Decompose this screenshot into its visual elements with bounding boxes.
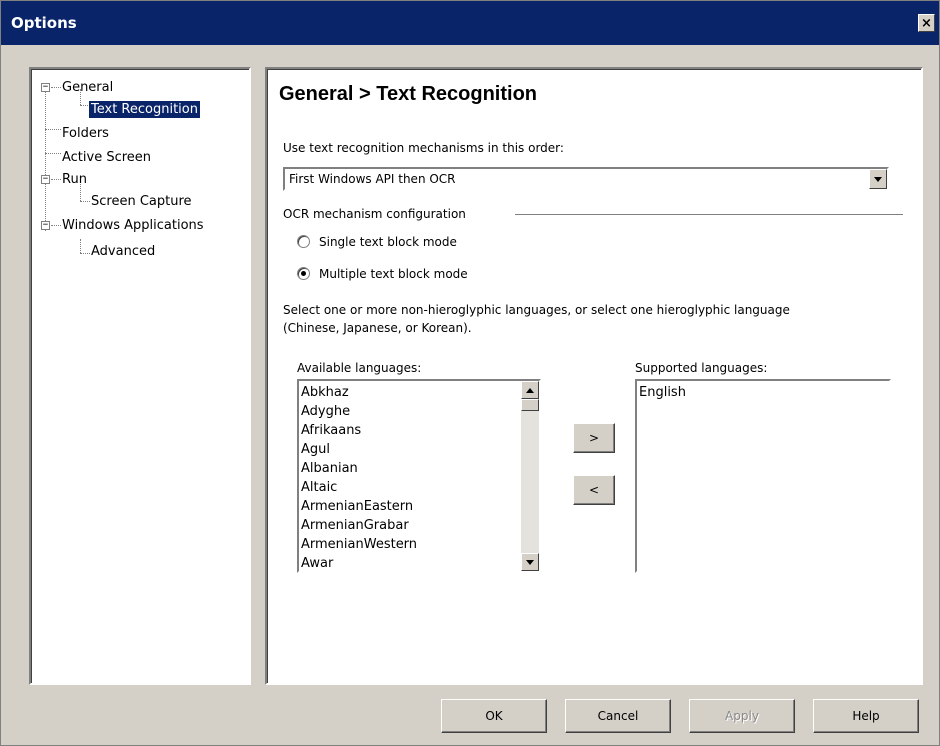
settings-panel: General > Text Recognition Use text reco… bbox=[265, 67, 923, 685]
tree-item-screen-capture[interactable]: Screen Capture bbox=[91, 193, 192, 210]
supported-language-item[interactable]: English bbox=[639, 383, 686, 402]
tree-item-folders[interactable]: Folders bbox=[62, 125, 109, 142]
tree-connector bbox=[80, 253, 90, 254]
available-language-item[interactable]: Afrikaans bbox=[301, 421, 417, 440]
tree-connector bbox=[51, 179, 61, 180]
options-tree[interactable]: − General Text Recognition Folders Activ… bbox=[29, 67, 251, 685]
ocr-group-label: OCR mechanism configuration bbox=[283, 207, 466, 221]
single-text-block-radio[interactable] bbox=[297, 235, 310, 248]
available-language-item[interactable]: Awar bbox=[301, 554, 417, 571]
ok-button[interactable]: OK bbox=[441, 699, 547, 733]
tree-connector bbox=[45, 129, 61, 130]
tree-item-windows-applications[interactable]: Windows Applications bbox=[62, 217, 204, 234]
tree-connector bbox=[80, 201, 90, 202]
tree-item-advanced[interactable]: Advanced bbox=[91, 243, 155, 260]
available-language-item[interactable]: Albanian bbox=[301, 459, 417, 478]
tree-connector bbox=[80, 105, 88, 106]
instructions-line-2: (Chinese, Japanese, or Korean). bbox=[283, 321, 472, 335]
page-title: General > Text Recognition bbox=[279, 83, 538, 105]
recognition-order-dropdown[interactable]: First Windows API then OCR bbox=[283, 167, 889, 191]
tree-item-text-recognition[interactable]: Text Recognition bbox=[89, 101, 200, 118]
tree-connector bbox=[51, 87, 61, 88]
supported-languages-items: English bbox=[639, 383, 686, 402]
add-language-button[interactable]: > bbox=[573, 423, 615, 453]
tree-item-general[interactable]: General bbox=[62, 79, 113, 96]
collapse-run-icon[interactable]: − bbox=[41, 175, 50, 184]
available-language-item[interactable]: ArmenianEastern bbox=[301, 497, 417, 516]
radio-selected-dot bbox=[301, 271, 306, 276]
remove-language-button[interactable]: < bbox=[573, 475, 615, 505]
available-language-item[interactable]: Altaic bbox=[301, 478, 417, 497]
dropdown-arrow-icon[interactable] bbox=[869, 169, 887, 189]
tree-connector bbox=[45, 89, 46, 231]
scroll-thumb[interactable] bbox=[521, 399, 539, 411]
available-languages-items: Abkhaz Adyghe Afrikaans Agul Albanian Altaic A… bbox=[301, 383, 417, 571]
tree-item-run[interactable]: Run bbox=[62, 171, 87, 188]
available-language-item[interactable]: Adyghe bbox=[301, 402, 417, 421]
instructions-line-1: Select one or more non-hieroglyphic lang… bbox=[283, 303, 790, 317]
single-text-block-label[interactable]: Single text block mode bbox=[319, 235, 457, 249]
supported-languages-list[interactable]: English bbox=[635, 379, 891, 573]
available-languages-list[interactable]: Abkhaz Adyghe Afrikaans Agul Albanian Altaic A… bbox=[297, 379, 541, 573]
options-dialog: Options × − General Text Recognition Fol… bbox=[0, 0, 940, 746]
tree-connector bbox=[45, 153, 61, 154]
available-language-item[interactable]: ArmenianWestern bbox=[301, 535, 417, 554]
window-title: Options bbox=[11, 14, 77, 32]
title-bar[interactable]: Options × bbox=[1, 1, 939, 45]
group-divider bbox=[515, 214, 903, 216]
scroll-down-icon[interactable] bbox=[521, 553, 539, 571]
apply-button[interactable]: Apply bbox=[689, 699, 795, 733]
tree-connector bbox=[51, 225, 61, 226]
available-language-item[interactable]: Agul bbox=[301, 440, 417, 459]
collapse-windows-applications-icon[interactable]: − bbox=[41, 221, 50, 230]
order-label: Use text recognition mechanisms in this … bbox=[283, 141, 564, 155]
available-languages-label: Available languages: bbox=[297, 361, 422, 375]
close-button[interactable]: × bbox=[918, 14, 935, 32]
available-language-item[interactable]: ArmenianGrabar bbox=[301, 516, 417, 535]
collapse-general-icon[interactable]: − bbox=[41, 83, 50, 92]
available-language-item[interactable]: Abkhaz bbox=[301, 383, 417, 402]
scroll-up-icon[interactable] bbox=[521, 381, 539, 399]
help-button[interactable]: Help bbox=[813, 699, 919, 733]
cancel-button[interactable]: Cancel bbox=[565, 699, 671, 733]
supported-languages-label: Supported languages: bbox=[635, 361, 768, 375]
tree-item-active-screen[interactable]: Active Screen bbox=[62, 149, 151, 166]
multiple-text-block-label[interactable]: Multiple text block mode bbox=[319, 267, 468, 281]
tree-connector bbox=[80, 239, 81, 253]
available-languages-scrollbar[interactable] bbox=[521, 381, 539, 571]
multiple-text-block-radio[interactable] bbox=[297, 267, 310, 280]
recognition-order-value: First Windows API then OCR bbox=[289, 172, 456, 186]
